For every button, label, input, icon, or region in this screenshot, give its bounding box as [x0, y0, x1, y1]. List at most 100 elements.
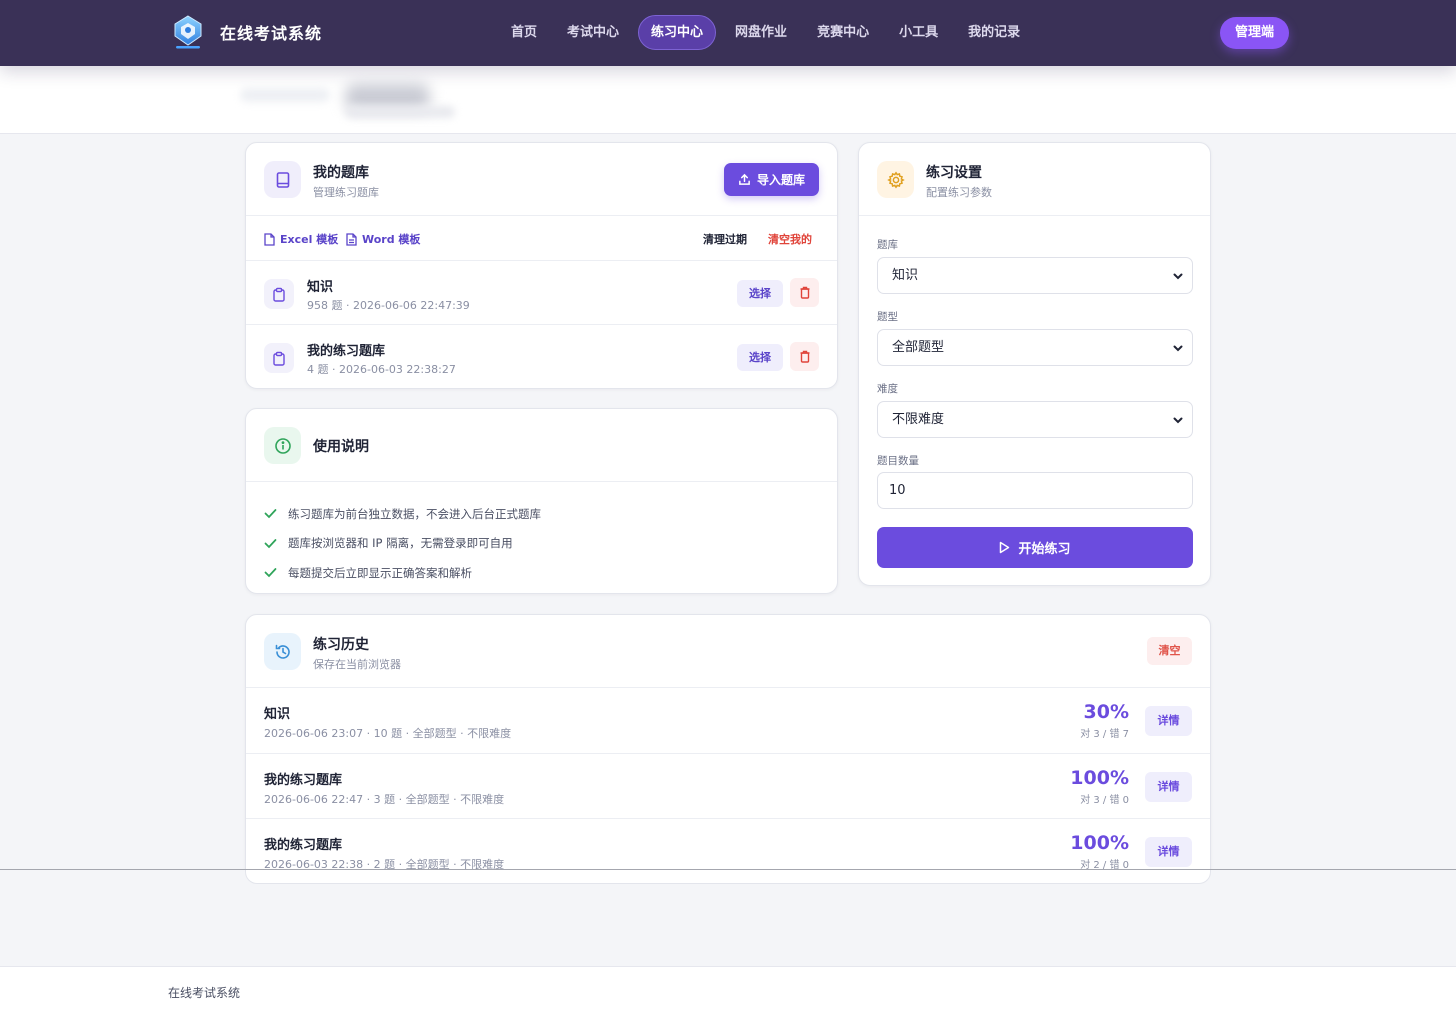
guide-title: 使用说明 [313, 439, 369, 455]
clear-mine-link[interactable]: 清空我的 [768, 231, 812, 247]
difficulty-field-label: 难度 [877, 383, 898, 395]
top-navbar: 在线考试系统 首页 考试中心 练习中心 网盘作业 竞赛中心 小工具 我的记录 管… [0, 0, 1456, 66]
excel-template-link[interactable]: Excel 模板 [264, 231, 338, 247]
guide-text: 每题提交后立即显示正确答案和解析 [288, 565, 472, 580]
bank-meta: 958 题 · 2026-06-06 22:47:39 [307, 299, 470, 312]
history-detail-button[interactable]: 详情 [1145, 837, 1192, 867]
nav-practice-center[interactable]: 练习中心 [638, 15, 717, 50]
table-row: 知识 2026-06-06 23:07 · 10 题 · 全部题型 · 不限难度… [246, 688, 1210, 754]
nav-exam-center[interactable]: 考试中心 [552, 15, 634, 50]
file-icon [264, 232, 275, 246]
book-icon [264, 161, 301, 198]
delete-bank-button[interactable] [790, 278, 819, 307]
history-detail-button[interactable]: 详情 [1145, 706, 1192, 736]
nav-home[interactable]: 首页 [496, 15, 552, 50]
count-input-value: 10 [889, 483, 906, 498]
admin-button[interactable]: 管理端 [1220, 17, 1289, 49]
bank-select[interactable]: 知识 [877, 257, 1193, 294]
guide-card-header: 使用说明 [246, 409, 837, 482]
bank-select-value: 知识 [892, 268, 919, 283]
page-hero [0, 66, 1456, 134]
nav-cloud-homework[interactable]: 网盘作业 [720, 15, 802, 50]
nav-links: 首页 考试中心 练习中心 网盘作业 竞赛中心 小工具 我的记录 [496, 15, 1035, 50]
check-icon [264, 538, 277, 549]
history-score: 对 3 / 错 0 [1080, 794, 1129, 806]
practice-history-card: 练习历史 保存在当前浏览器 清空 知识 2026-06-06 23:07 · 1… [245, 614, 1211, 884]
settings-subtitle: 配置练习参数 [926, 186, 992, 199]
type-select[interactable]: 全部题型 [877, 329, 1193, 366]
nav-my-records[interactable]: 我的记录 [953, 15, 1035, 50]
list-item: 知识 958 题 · 2026-06-06 22:47:39 选择 [246, 261, 837, 325]
select-bank-button[interactable]: 选择 [737, 344, 783, 371]
template-bar: Excel 模板 Word 模板 清理过期 清空我的 [246, 216, 837, 261]
viewport-divider [0, 869, 1456, 870]
history-subtitle: 保存在当前浏览器 [313, 658, 401, 671]
settings-card-header: 练习设置 配置练习参数 [859, 143, 1210, 216]
question-bank-card: 我的题库 管理练习题库 导入题库 Excel 模板 Word 模板 清理过期 清… [245, 142, 838, 389]
hero-blur-breadcrumb [240, 88, 330, 102]
select-bank-button[interactable]: 选择 [737, 280, 783, 307]
bank-card-header: 我的题库 管理练习题库 导入题库 [246, 143, 837, 216]
history-detail-button[interactable]: 详情 [1145, 771, 1192, 802]
bank-name: 我的练习题库 [307, 344, 386, 359]
footer: 在线考试系统 [0, 937, 1456, 1020]
type-select-value: 全部题型 [892, 340, 945, 355]
brand[interactable]: 在线考试系统 [171, 14, 322, 50]
usage-guide-card: 使用说明 练习题库为前台独立数据，不会进入后台正式题库 题库按浏览器和 IP 隔… [245, 408, 838, 594]
import-bank-button[interactable]: 导入题库 [724, 163, 819, 196]
history-card-bottom-edge [245, 870, 1211, 884]
history-meta: 2026-06-06 23:07 · 10 题 · 全部题型 · 不限难度 [264, 727, 512, 740]
start-practice-button[interactable]: 开始练习 [877, 527, 1193, 568]
clean-expired-link[interactable]: 清理过期 [703, 231, 747, 247]
count-input[interactable]: 10 [877, 472, 1193, 509]
table-row: 我的练习题库 2026-06-06 22:47 · 3 题 · 全部题型 · 不… [246, 754, 1210, 819]
history-title: 练习历史 [313, 637, 369, 653]
delete-bank-button[interactable] [790, 342, 819, 371]
history-bank-name: 我的练习题库 [264, 838, 343, 853]
bank-meta: 4 题 · 2026-06-03 22:38:27 [307, 363, 456, 376]
chevron-down-icon [1173, 345, 1183, 352]
excel-template-label: Excel 模板 [280, 233, 339, 246]
clear-history-button[interactable]: 清空 [1147, 637, 1192, 665]
guide-list: 练习题库为前台独立数据，不会进入后台正式题库 题库按浏览器和 IP 隔离，无需登… [264, 499, 541, 588]
history-card-header: 练习历史 保存在当前浏览器 清空 [246, 615, 1210, 688]
footer-text: 在线考试系统 [168, 986, 241, 1000]
list-item: 每题提交后立即显示正确答案和解析 [264, 558, 541, 588]
trash-icon [800, 286, 809, 299]
history-bank-name: 我的练习题库 [264, 772, 343, 788]
word-template-label: Word 模板 [362, 233, 421, 246]
import-bank-label: 导入题库 [756, 173, 805, 187]
list-item: 练习题库为前台独立数据，不会进入后台正式题库 [264, 499, 541, 529]
start-practice-label: 开始练习 [1018, 542, 1071, 557]
history-score: 对 3 / 错 7 [1080, 729, 1129, 740]
guide-text: 题库按浏览器和 IP 隔离，无需登录即可自用 [288, 536, 513, 551]
bank-field-label: 题库 [877, 239, 898, 251]
history-accuracy: 30% [1083, 701, 1129, 723]
file-text-icon [346, 232, 357, 246]
play-icon [1000, 541, 1010, 554]
trash-icon [800, 350, 809, 363]
history-accuracy: 100% [1070, 766, 1129, 789]
nav-competition-center[interactable]: 竞赛中心 [802, 15, 884, 50]
clipboard-icon [264, 343, 294, 373]
history-meta: 2026-06-06 22:47 · 3 题 · 全部题型 · 不限难度 [264, 792, 505, 806]
below-divider-area [0, 870, 1456, 938]
difficulty-select[interactable]: 不限难度 [877, 401, 1193, 438]
bank-name: 知识 [307, 280, 334, 295]
bank-subtitle: 管理练习题库 [313, 186, 379, 199]
bank-title: 我的题库 [313, 165, 369, 181]
check-icon [264, 568, 277, 578]
settings-title: 练习设置 [926, 165, 982, 181]
chevron-down-icon [1173, 417, 1183, 424]
brand-name: 在线考试系统 [220, 24, 323, 43]
info-icon [264, 427, 301, 464]
nav-tools[interactable]: 小工具 [884, 15, 953, 50]
history-icon [264, 633, 301, 670]
difficulty-select-value: 不限难度 [892, 412, 945, 427]
gear-icon [877, 161, 914, 198]
hero-blur-subtitle [345, 106, 455, 118]
type-field-label: 题型 [877, 311, 898, 323]
chevron-down-icon [1173, 273, 1183, 280]
word-template-link[interactable]: Word 模板 [346, 231, 420, 247]
history-bank-name: 知识 [264, 707, 291, 722]
